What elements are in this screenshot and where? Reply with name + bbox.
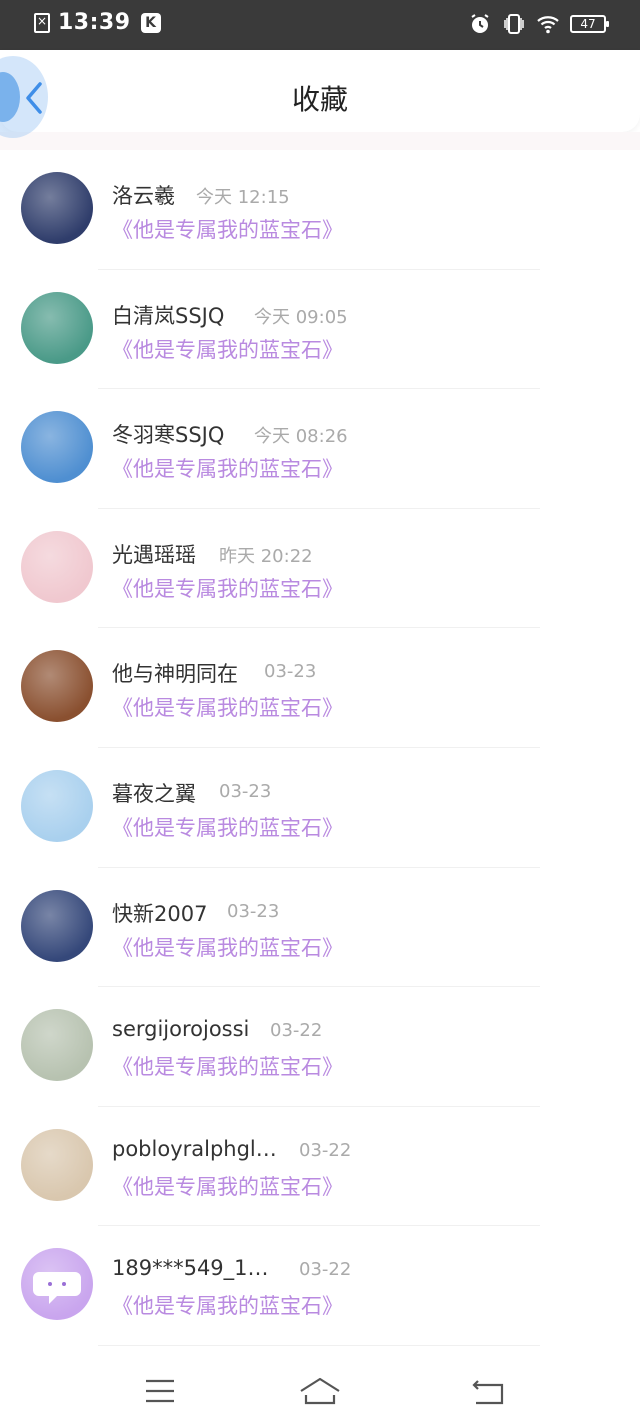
- book-title-link[interactable]: 《他是专属我的蓝宝石》: [112, 692, 343, 722]
- timestamp: 03-23: [264, 661, 317, 683]
- favorite-item[interactable]: 白清岚SSJQ 今天 09:05 《他是专属我的蓝宝石》: [0, 270, 640, 390]
- avatar[interactable]: [21, 650, 93, 723]
- avatar[interactable]: [21, 530, 93, 603]
- favorites-list: 洛云羲 今天 12:15 《他是专属我的蓝宝石》 白清岚SSJQ 今天 09:05 《他是…: [0, 150, 640, 1346]
- status-bar: 13:39 K 47: [0, 0, 640, 50]
- status-time: 13:39: [58, 10, 131, 35]
- avatar[interactable]: [21, 411, 93, 484]
- favorite-item[interactable]: pobloyralphgl… 03-22 《他是专属我的蓝宝石》: [0, 1107, 640, 1227]
- battery-level: 47: [580, 17, 596, 31]
- header-shadow: [0, 132, 640, 150]
- user-name[interactable]: pobloyralphgl…: [112, 1137, 277, 1161]
- avatar[interactable]: [21, 889, 93, 962]
- favorite-item[interactable]: 快新2007 03-23 《他是专属我的蓝宝石》: [0, 868, 640, 988]
- book-title-link[interactable]: 《他是专属我的蓝宝石》: [112, 1051, 343, 1081]
- vibrate-icon: [504, 14, 524, 34]
- page-title: 收藏: [291, 83, 348, 116]
- favorite-item[interactable]: 光遇瑶瑶 昨天 20:22 《他是专属我的蓝宝石》: [0, 509, 640, 629]
- favorite-item[interactable]: 暮夜之翼 03-23 《他是专属我的蓝宝石》: [0, 748, 640, 868]
- timestamp: 03-22: [299, 1259, 352, 1281]
- timestamp: 今天 09:05: [254, 306, 348, 328]
- battery-icon: 47: [570, 15, 609, 33]
- divider: [98, 1344, 540, 1346]
- favorite-item[interactable]: 189***549_1… 03-22 《他是专属我的蓝宝石》: [0, 1226, 640, 1346]
- book-title-link[interactable]: 《他是专属我的蓝宝石》: [112, 812, 343, 842]
- home-icon[interactable]: [298, 1371, 342, 1411]
- favorite-item[interactable]: sergijorojossi 03-22 《他是专属我的蓝宝石》: [0, 987, 640, 1107]
- timestamp: 03-23: [227, 900, 280, 922]
- avatar[interactable]: [21, 1248, 93, 1321]
- timestamp: 今天 08:26: [254, 426, 348, 448]
- avatar[interactable]: [21, 1128, 93, 1201]
- avatar[interactable]: [21, 291, 93, 364]
- user-name[interactable]: 洛云羲: [112, 180, 175, 210]
- avatar[interactable]: [21, 1009, 93, 1082]
- favorite-item[interactable]: 冬羽寒SSJQ 今天 08:26 《他是专属我的蓝宝石》: [0, 389, 640, 509]
- timestamp: 03-22: [299, 1139, 352, 1161]
- avatar[interactable]: [21, 172, 93, 244]
- user-name[interactable]: 冬羽寒SSJQ: [112, 419, 224, 449]
- chat-bubble-icon: [33, 1272, 81, 1305]
- book-title-link[interactable]: 《他是专属我的蓝宝石》: [112, 334, 343, 364]
- timestamp: 昨天 20:22: [219, 545, 313, 567]
- book-title-link[interactable]: 《他是专属我的蓝宝石》: [112, 214, 343, 244]
- back-icon[interactable]: [468, 1371, 508, 1411]
- favorite-item[interactable]: 他与神明同在 03-23 《他是专属我的蓝宝石》: [0, 628, 640, 748]
- book-title-link[interactable]: 《他是专属我的蓝宝石》: [112, 1290, 343, 1320]
- menu-icon[interactable]: [140, 1371, 180, 1411]
- user-name[interactable]: 他与神明同在: [112, 658, 238, 688]
- k-app-icon: K: [140, 12, 161, 33]
- user-name[interactable]: sergijorojossi: [112, 1017, 249, 1041]
- user-name[interactable]: 白清岚SSJQ: [112, 300, 224, 330]
- timestamp: 03-22: [270, 1020, 323, 1042]
- user-name[interactable]: 快新2007: [112, 898, 207, 928]
- alarm-icon: [471, 14, 489, 33]
- avatar[interactable]: [21, 769, 93, 842]
- user-name[interactable]: 189***549_1…: [112, 1256, 269, 1280]
- user-name[interactable]: 暮夜之翼: [112, 778, 196, 808]
- book-title-link[interactable]: 《他是专属我的蓝宝石》: [112, 453, 343, 483]
- book-title-link[interactable]: 《他是专属我的蓝宝石》: [112, 573, 343, 603]
- user-name[interactable]: 光遇瑶瑶: [112, 539, 196, 569]
- file-x-icon: [34, 12, 50, 33]
- book-title-link[interactable]: 《他是专属我的蓝宝石》: [112, 1171, 343, 1201]
- book-title-link[interactable]: 《他是专属我的蓝宝石》: [112, 932, 343, 962]
- favorite-item[interactable]: 洛云羲 今天 12:15 《他是专属我的蓝宝石》: [0, 150, 640, 270]
- wifi-icon: [537, 16, 559, 34]
- timestamp: 今天 12:15: [196, 187, 290, 208]
- navigation-bar: [0, 1357, 640, 1427]
- timestamp: 03-23: [219, 780, 272, 802]
